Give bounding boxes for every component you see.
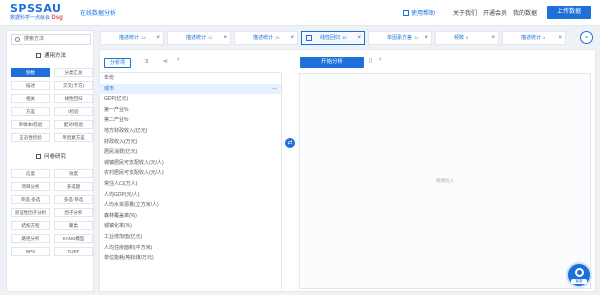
section-survey-buttons: 信度 效度 项目分析 多选题 单选-多选 多选-单选 验证性因子分析 因子分析 … (11, 169, 93, 256)
dropzone-placeholder: 拖拽拉入 (436, 178, 454, 183)
close-icon[interactable]: × (424, 32, 428, 44)
lightbulb-icon[interactable]: ♀ (176, 57, 181, 63)
upload-data-button[interactable]: 上传数据 (547, 6, 591, 19)
online-analysis-link[interactable]: 在线数据分析 (80, 8, 116, 17)
variable-item[interactable]: 人均GDP(元/人) (99, 190, 281, 201)
variable-item[interactable]: 人均水资源量(立方米/人) (99, 200, 281, 211)
variable-item[interactable]: 城镇化率(%) (99, 221, 281, 232)
method-button[interactable]: 因子分析 (54, 208, 93, 217)
method-button[interactable]: 结构方程 (11, 221, 50, 230)
checkbox-icon (306, 35, 312, 41)
variable-item[interactable]: GDP(亿元) (99, 94, 281, 105)
nav-about[interactable]: 关于我们 (453, 8, 477, 17)
method-button[interactable]: 分类汇总 (54, 68, 93, 77)
close-icon[interactable]: × (223, 32, 227, 44)
analysis-tab[interactable]: 描述统计 13 × (100, 31, 164, 45)
variable-selector-button[interactable]: 分析项 (104, 58, 131, 68)
close-icon[interactable]: × (491, 32, 495, 44)
ai-badge: Dsg (51, 15, 63, 21)
nav-help[interactable]: 使用帮助 (403, 8, 435, 17)
customer-support-button[interactable]: 客服 (566, 262, 592, 288)
logo-text: SPSSAU (10, 2, 62, 15)
close-icon[interactable]: × (156, 32, 160, 44)
grid-icon (35, 154, 41, 159)
analysis-tab[interactable]: 描述统计 12 × (167, 31, 231, 45)
variable-item[interactable]: 城镇居民可支配收入(元/人) (99, 158, 281, 169)
variable-list: 年份 城市 — GDP(亿元) 第一产业% 第二产业% 地方财政收入(亿元) 财政… (99, 72, 282, 290)
grid-icon (35, 53, 41, 58)
method-button[interactable]: 聚类 (54, 221, 93, 230)
method-button[interactable]: 单样本t检验 (11, 120, 50, 129)
analysis-tab[interactable]: 描述统计 4 × (502, 31, 566, 45)
headset-icon (575, 268, 584, 277)
method-button[interactable]: 单因素方差 (54, 133, 93, 142)
method-button[interactable]: KANO模型 (54, 234, 93, 243)
analysis-tab[interactable]: 单因素方差 11 × (368, 31, 432, 45)
variable-item[interactable]: 财政收入(万元) (99, 137, 281, 148)
variable-item[interactable]: 地方财政收入(亿元) (99, 126, 281, 137)
variable-item[interactable]: 第一产业% (99, 105, 281, 116)
method-button[interactable]: 正态性检验 (11, 133, 50, 142)
support-label: 客服 (571, 279, 587, 284)
method-sidebar: 搜索方法 通用方法 频数 分类汇总 描述 交叉(卡方) 相关 线性回归 方差 t… (6, 30, 94, 292)
method-button[interactable]: 路径分析 (11, 234, 50, 243)
method-button[interactable]: 验证性因子分析 (11, 208, 50, 217)
analysis-tab-active[interactable]: 线性回归 12 × (301, 31, 365, 45)
nav-my-data[interactable]: 我的数据 (513, 8, 537, 17)
variable-item[interactable]: 年份 (99, 73, 281, 84)
method-button[interactable]: 线性回归 (54, 94, 93, 103)
method-button[interactable]: 信度 (11, 169, 50, 178)
slogan: 数据科学一点就会 (10, 15, 51, 21)
top-bar: SPSSAU 数据科学一点就会 Dsg 在线数据分析 使用帮助 关于我们 开通会… (0, 0, 600, 26)
share-icon[interactable]: ⋖ (163, 58, 168, 65)
close-icon[interactable]: × (290, 32, 294, 44)
lightbulb-icon[interactable]: ♀ (378, 57, 383, 63)
search-input[interactable]: 搜索方法 (11, 34, 91, 45)
method-button[interactable]: 描述 (11, 81, 50, 90)
close-icon[interactable]: × (357, 32, 361, 44)
method-button[interactable]: 相关 (11, 94, 50, 103)
method-button[interactable]: 方差 (11, 107, 50, 116)
variable-item-selected[interactable]: 城市 — (99, 83, 281, 95)
analysis-tab[interactable]: 描述统计 13 × (234, 31, 298, 45)
variable-item[interactable]: 第二产业% (99, 115, 281, 126)
method-button[interactable]: 频数 (11, 68, 50, 77)
method-button[interactable]: NPS (11, 247, 50, 256)
method-button[interactable]: 交叉(卡方) (54, 81, 93, 90)
method-button[interactable]: 多选题 (54, 182, 93, 191)
start-analysis-button[interactable]: 开始分析 (300, 57, 364, 68)
variable-count: 3 (145, 59, 149, 65)
variable-item[interactable]: 单位能耗(吨标煤/万元) (99, 253, 281, 264)
variable-item[interactable]: 常住人口(万人) (99, 179, 281, 190)
method-button[interactable]: 项目分析 (11, 182, 50, 191)
analysis-dropzone[interactable]: 拖拽拉入 (299, 73, 591, 289)
method-button[interactable]: 多选-单选 (54, 195, 93, 204)
close-icon[interactable]: × (558, 32, 562, 44)
section-general-buttons: 频数 分类汇总 描述 交叉(卡方) 相关 线性回归 方差 t检验 单样本t检验 … (11, 68, 93, 142)
search-icon (15, 37, 20, 42)
section-general-header[interactable]: 通用方法 (11, 51, 91, 61)
variable-item[interactable]: 工业增加值(亿元) (99, 232, 281, 243)
method-button[interactable]: 单选-多选 (11, 195, 50, 204)
logo[interactable]: SPSSAU 数据科学一点就会 Dsg (10, 3, 63, 22)
swap-icon[interactable]: ⇄ (285, 138, 295, 148)
variable-item[interactable]: 居民消费(亿元) (99, 147, 281, 158)
chevron-down-icon[interactable]: ⌄ (580, 31, 593, 44)
variable-item[interactable]: 农村居民可支配收入(元/人) (99, 168, 281, 179)
method-button[interactable]: t检验 (54, 107, 93, 116)
method-button[interactable]: TURF (54, 247, 93, 256)
analysis-tab[interactable]: 频数 8 × (435, 31, 499, 45)
variable-item[interactable]: 森林覆盖率(%) (99, 211, 281, 222)
method-button[interactable]: 配对t检验 (54, 120, 93, 129)
trash-icon[interactable]: ▯ (369, 57, 372, 64)
analysis-tabs: 描述统计 13 × 描述统计 12 × 描述统计 13 × 线性回归 12 × 单因素方差 11 ×… (100, 31, 576, 45)
section-survey-header[interactable]: 问卷研究 (11, 152, 91, 162)
nav-membership[interactable]: 开通会员 (483, 8, 507, 17)
method-button[interactable]: 效度 (54, 169, 93, 178)
variable-item[interactable]: 人均住房面积(平方米) (99, 243, 281, 254)
help-icon (403, 10, 409, 16)
